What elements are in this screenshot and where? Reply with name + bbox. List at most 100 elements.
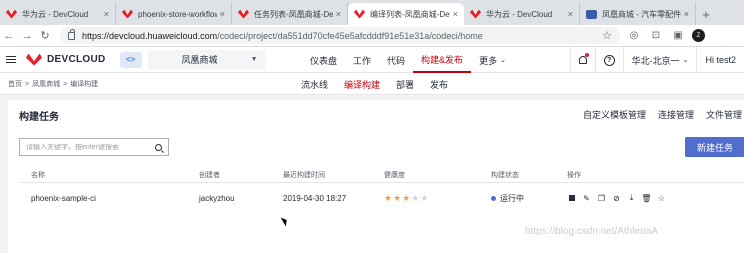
tab-pipeline[interactable]: 流水线 bbox=[293, 73, 336, 95]
chevron-down-icon: ⌄ bbox=[500, 57, 506, 64]
actions-cell: ✎ ❐ ⊘ ⤓ 🗑 ☆ bbox=[567, 187, 666, 209]
browser-tab-title: 凤凰商城 - 汽车零配件网 bbox=[602, 9, 681, 19]
browser-tab[interactable]: 任务列表-凤凰商城-Dev × bbox=[232, 3, 348, 25]
notification-dot bbox=[584, 53, 589, 57]
bookmark-star-icon[interactable]: ☆ bbox=[602, 29, 612, 42]
connection-management-link[interactable]: 连接管理 bbox=[658, 108, 694, 121]
tab-build[interactable]: 编译构建 bbox=[336, 73, 388, 95]
region-label: 华北-北京一 bbox=[631, 55, 680, 66]
close-icon[interactable]: × bbox=[220, 9, 225, 19]
huawei-icon bbox=[6, 9, 17, 19]
close-icon[interactable]: × bbox=[568, 9, 573, 19]
browser-tab[interactable]: phoenix-store-workflow × bbox=[116, 3, 232, 25]
card-links: 自定义模板管理 连接管理 文件管理 bbox=[583, 108, 742, 121]
service-icon[interactable]: <> bbox=[119, 51, 142, 68]
last-build-cell: 2019-04-30 18:27 bbox=[283, 193, 347, 203]
project-select[interactable]: 凤凰商城 ▼ bbox=[147, 49, 266, 70]
top-nav: 仪表盘 工作 代码 构建&发布 更多 ⌄ bbox=[302, 47, 514, 73]
extension-icon[interactable]: ◎ bbox=[626, 30, 642, 41]
huawei-icon bbox=[122, 9, 133, 19]
nav-more[interactable]: 更多 ⌄ bbox=[471, 47, 514, 73]
new-tab-button[interactable]: + bbox=[696, 3, 716, 25]
column-header-name: 名称 bbox=[31, 171, 45, 179]
nav-dashboard[interactable]: 仪表盘 bbox=[302, 47, 345, 73]
disable-icon[interactable]: ⊘ bbox=[612, 194, 621, 203]
url-host: https://devcloud.huaweicloud.com bbox=[82, 30, 218, 41]
region-select[interactable]: 华北-北京一 ⌄ bbox=[624, 47, 697, 73]
url-path: /codeci/project/da551dd70cfe45e5afcdddf9… bbox=[217, 30, 483, 41]
browser-tab[interactable]: 华为云 - DevCloud × bbox=[464, 3, 580, 25]
extension-icon[interactable]: ⊡ bbox=[648, 30, 664, 41]
header-right: ? 华北-北京一 ⌄ Hi test2 bbox=[569, 47, 744, 73]
star-icon[interactable]: ☆ bbox=[657, 194, 666, 203]
page-title: 构建任务 bbox=[19, 112, 59, 123]
back-arrow-icon[interactable]: ← bbox=[0, 30, 18, 42]
browser-tab[interactable]: 华为云 - DevCloud × bbox=[0, 3, 116, 25]
file-management-link[interactable]: 文件管理 bbox=[706, 108, 742, 121]
star-rating: ★ ★ ★ ★ ★ bbox=[384, 193, 428, 204]
help-button[interactable]: ? bbox=[596, 47, 623, 73]
star-empty-icon: ★ bbox=[420, 192, 429, 203]
custom-template-link[interactable]: 自定义模板管理 bbox=[583, 108, 646, 121]
huawei-icon bbox=[470, 9, 481, 19]
chevron-right-icon: > bbox=[63, 80, 68, 88]
nav-code[interactable]: 代码 bbox=[379, 47, 413, 73]
download-icon[interactable]: ⤓ bbox=[627, 193, 636, 203]
creator-cell: jackyzhou bbox=[199, 193, 235, 203]
breadcrumb-current: 编译构建 bbox=[70, 81, 99, 88]
stop-icon[interactable] bbox=[567, 194, 576, 203]
delete-icon[interactable]: 🗑 bbox=[641, 194, 651, 203]
devcloud-logo[interactable]: DEVCLOUD bbox=[26, 53, 106, 66]
star-filled-icon: ★ bbox=[393, 192, 402, 203]
chevron-down-icon: ⌄ bbox=[682, 57, 689, 64]
task-name-link[interactable]: phoenix-sample-ci bbox=[31, 187, 96, 209]
address-bar: ← → ↻ https://devcloud.huaweicloud.com/c… bbox=[0, 25, 744, 47]
sub-tabs: 流水线 编译构建 部署 发布 bbox=[293, 73, 456, 95]
new-task-button[interactable]: 新建任务 bbox=[685, 137, 744, 157]
chevron-down-icon: ▼ bbox=[250, 56, 258, 63]
browser-tab[interactable]: 凤凰商城 - 汽车零配件网 × bbox=[580, 3, 696, 25]
table-header: 名称 创建者 最近构建时间 健康度 构建状态 操作 bbox=[19, 167, 744, 183]
forward-arrow-icon[interactable]: → bbox=[18, 30, 36, 42]
browser-tab-active[interactable]: 编译列表-凤凰商城-Dev × bbox=[348, 3, 464, 25]
edit-icon[interactable]: ✎ bbox=[582, 194, 591, 203]
close-icon[interactable]: × bbox=[453, 9, 458, 19]
close-icon[interactable]: × bbox=[336, 9, 341, 19]
bell-icon bbox=[578, 56, 587, 64]
column-header-last-build: 最近构建时间 bbox=[283, 171, 325, 179]
status-cell: 运行中 bbox=[491, 187, 524, 209]
status-dot bbox=[491, 195, 496, 201]
close-icon[interactable]: × bbox=[684, 9, 689, 19]
reload-icon[interactable]: ↻ bbox=[36, 29, 54, 42]
star-filled-icon: ★ bbox=[402, 192, 411, 203]
tab-deploy[interactable]: 部署 bbox=[388, 73, 422, 95]
breadcrumb-project[interactable]: 凤凰商城 bbox=[32, 79, 60, 89]
close-icon[interactable]: × bbox=[104, 9, 109, 19]
user-menu[interactable]: Hi test2 bbox=[697, 47, 744, 73]
browser-tab-strip: 华为云 - DevCloud × phoenix-store-workflow … bbox=[0, 0, 744, 25]
status-text: 运行中 bbox=[500, 193, 524, 203]
tab-release[interactable]: 发布 bbox=[422, 73, 456, 95]
breadcrumb-home[interactable]: 首页 bbox=[8, 79, 22, 89]
copy-icon[interactable]: ❐ bbox=[597, 194, 606, 203]
column-header-creator: 创建者 bbox=[199, 171, 220, 179]
search-icon[interactable] bbox=[155, 143, 162, 151]
watermark: https://blog.csdn.net/AthlenaA bbox=[525, 226, 658, 237]
search-input[interactable] bbox=[26, 143, 155, 151]
column-header-actions: 操作 bbox=[567, 171, 581, 179]
url-input[interactable]: https://devcloud.huaweicloud.com/codeci/… bbox=[60, 27, 620, 44]
app-header: DEVCLOUD <> 凤凰商城 ▼ 仪表盘 工作 代码 构建&发布 更多 ⌄ ?… bbox=[0, 47, 744, 73]
breadcrumb: 首页 > 凤凰商城 > 编译构建 bbox=[8, 73, 98, 95]
huawei-logo-icon bbox=[26, 53, 42, 66]
menu-icon[interactable] bbox=[0, 55, 22, 64]
url-text: https://devcloud.huaweicloud.com/codeci/… bbox=[82, 31, 602, 41]
nav-work[interactable]: 工作 bbox=[345, 47, 379, 73]
lock-icon bbox=[68, 28, 75, 40]
extension-icon[interactable]: ▣ bbox=[670, 30, 686, 41]
car-icon bbox=[586, 9, 597, 19]
notification-button[interactable] bbox=[571, 47, 595, 73]
huawei-icon bbox=[354, 9, 365, 19]
help-icon: ? bbox=[603, 54, 615, 66]
nav-build-release[interactable]: 构建&发布 bbox=[413, 47, 472, 73]
profile-avatar[interactable]: Z bbox=[692, 29, 705, 42]
